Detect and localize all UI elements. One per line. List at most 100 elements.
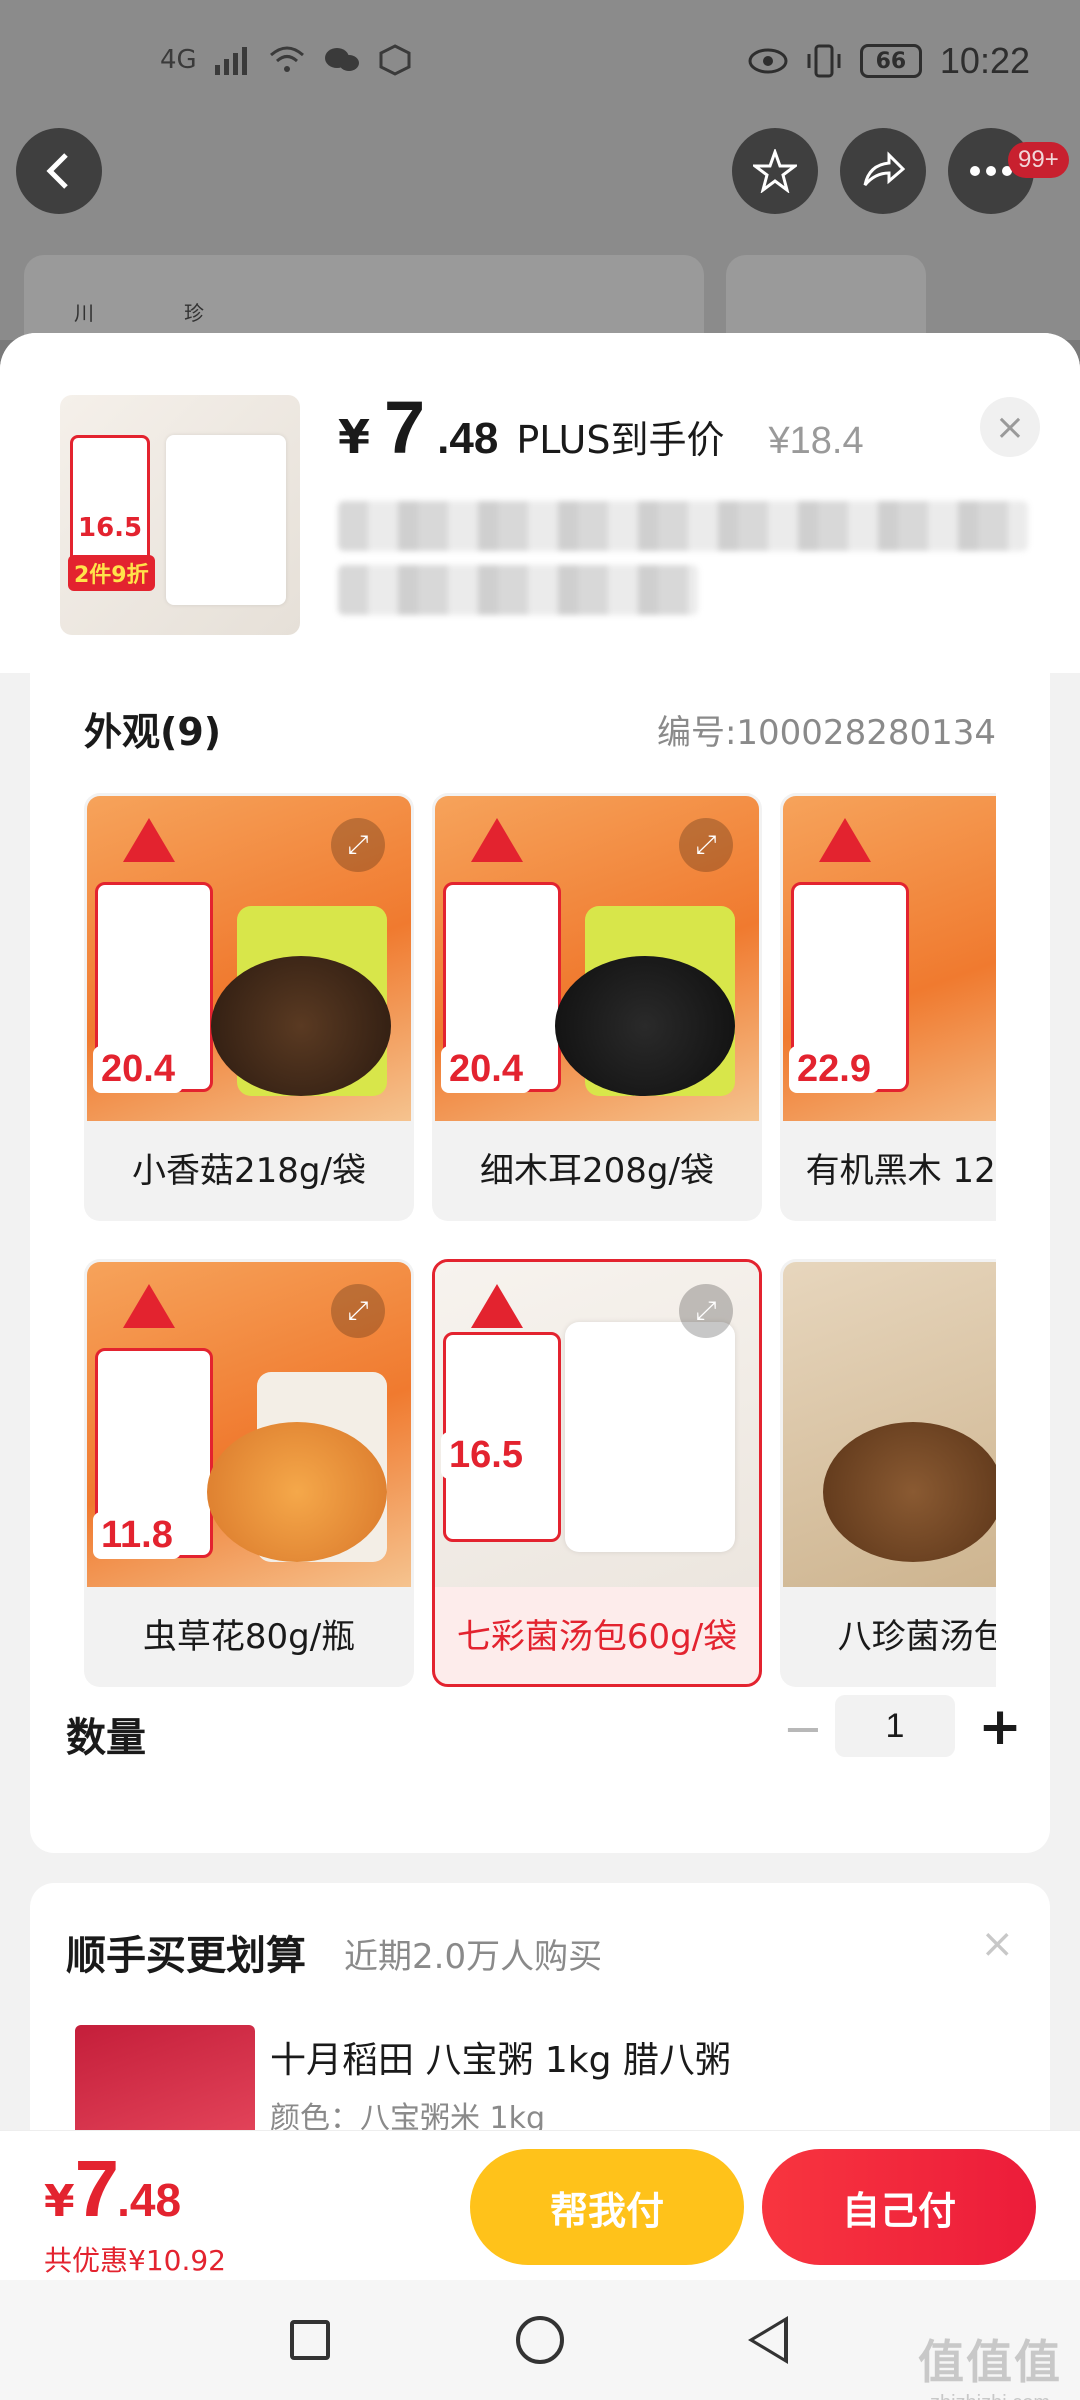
share-icon: [863, 151, 905, 186]
brand-logo-icon: [123, 818, 175, 862]
promo-price: 20.4: [441, 1046, 531, 1093]
sku-option-card[interactable]: 11.8 ⤢ 虫草花80g/瓶: [84, 1259, 414, 1687]
price-currency: ¥: [338, 410, 371, 464]
watermark-url: zhizhizhi.com: [918, 2392, 1062, 2400]
option-image: 16.5 ⤢: [435, 1262, 759, 1587]
appearance-panel: 外观(9) 编号:100028280134 20.4 ⤢ 小香菇218g/袋 2…: [30, 673, 1050, 1853]
watermark: 值值值 zhizhizhi.com: [918, 2326, 1062, 2400]
selected-product-thumbnail[interactable]: 16.5 2件9折: [60, 395, 300, 635]
option-image: [783, 1262, 996, 1587]
promo-price: 11.8: [93, 1512, 181, 1559]
blurred-product-subtitle: [338, 565, 698, 615]
price-row: ¥7.48 PLUS到手价 ¥18.4: [338, 385, 864, 470]
clock: 10:22: [939, 40, 1030, 81]
quantity-decrease-button[interactable]: −: [775, 1701, 831, 1757]
promo-price: 20.4: [93, 1046, 183, 1093]
blurred-product-title: [338, 501, 1028, 551]
shield-icon: [379, 44, 411, 76]
expand-icon[interactable]: ⤢: [679, 818, 733, 872]
option-label: 虫草花80g/瓶: [142, 1617, 356, 1657]
option-label: 小香菇218g/袋: [132, 1151, 366, 1191]
price-integer: 7: [384, 386, 425, 469]
brand-logo-icon: [123, 1284, 175, 1328]
sku-option-card[interactable]: 八珍菌汤包 袋: [780, 1259, 996, 1687]
back-triangle-icon[interactable]: [748, 2316, 788, 2364]
thumb-promo-box: [70, 435, 150, 575]
original-price: ¥18.4: [768, 420, 864, 462]
thumb-promo-tag: 2件9折: [68, 555, 155, 591]
eye-icon: [748, 48, 788, 74]
vibrate-icon: [807, 44, 841, 78]
bottom-action-bar: ¥7.48 共优惠¥10.92 帮我付 自己付: [0, 2130, 1080, 2280]
option-image: 22.9: [783, 796, 996, 1121]
sheet-header: 16.5 2件9折 ¥7.48 PLUS到手价 ¥18.4 ×: [0, 333, 1080, 673]
battery-level: 66: [875, 48, 907, 74]
status-left: 4G: [160, 44, 411, 76]
option-image: 11.8 ⤢: [87, 1262, 411, 1587]
background-brand-right: 珍: [184, 301, 204, 325]
more-dots-icon: [970, 166, 1012, 176]
total-currency: ¥: [44, 2176, 75, 2227]
status-right: 66 10:22: [748, 40, 1030, 82]
expand-icon[interactable]: ⤢: [679, 1284, 733, 1338]
total-discount: 共优惠¥10.92: [44, 2244, 226, 2277]
total-price: ¥7.48: [44, 2143, 181, 2235]
status-bar: 4G 66 10:22: [0, 0, 1080, 135]
appearance-title: 外观(9): [84, 710, 222, 754]
battery-icon: 66: [859, 44, 922, 78]
product-mushroom: [211, 956, 391, 1096]
sku-option-card-selected[interactable]: 16.5 ⤢ 七彩菌汤包60g/袋: [432, 1259, 762, 1687]
close-sheet-button[interactable]: ×: [980, 397, 1040, 457]
upsell-title: 顺手买更划算: [66, 1933, 306, 1979]
upsell-close-button[interactable]: ×: [980, 1921, 1014, 1967]
help-me-pay-button[interactable]: 帮我付: [470, 2149, 744, 2265]
sku-option-card[interactable]: 22.9 有机黑木 120g/瓶: [780, 793, 996, 1221]
option-label: 有机黑木 120g/瓶: [805, 1151, 996, 1191]
back-button[interactable]: [16, 128, 102, 214]
product-mushroom-mix: [823, 1422, 996, 1562]
brand-logo-icon: [471, 818, 523, 862]
product-bag: [565, 1322, 735, 1552]
promo-price: 16.5: [441, 1432, 531, 1479]
product-cordyceps: [207, 1422, 387, 1562]
upsell-product-name[interactable]: 十月稻田 八宝粥 1kg 腊八粥: [270, 2031, 731, 2083]
background-brand-left: 川: [74, 301, 94, 325]
close-icon: ×: [980, 1921, 1014, 1967]
brand-logo-icon: [471, 1284, 523, 1328]
home-icon[interactable]: [516, 2316, 564, 2364]
plus-price-label: PLUS到手价: [516, 418, 725, 462]
option-label: 八珍菌汤包 袋: [837, 1617, 996, 1657]
sku-selector-sheet: 16.5 2件9折 ¥7.48 PLUS到手价 ¥18.4 × 外观(9) 编号…: [0, 333, 1080, 2283]
network-type: 4G: [160, 45, 197, 75]
option-label: 细木耳208g/袋: [480, 1151, 714, 1191]
product-fungus: [555, 956, 735, 1096]
plus-icon: +: [978, 1697, 1022, 1757]
expand-icon[interactable]: ⤢: [331, 1284, 385, 1338]
pay-myself-button[interactable]: 自己付: [762, 2149, 1036, 2265]
price-decimal: .48: [437, 414, 499, 463]
total-price-decimal: .48: [117, 2174, 182, 2226]
quantity-increase-button[interactable]: +: [970, 1697, 1030, 1757]
promo-price: 22.9: [789, 1046, 879, 1093]
recent-apps-icon[interactable]: [290, 2320, 330, 2360]
upsell-subtitle: 近期2.0万人购买: [344, 1937, 603, 1977]
watermark-logo: 值值值: [918, 2335, 1062, 2389]
notification-badge: 99+: [1008, 142, 1069, 178]
option-image: 20.4 ⤢: [435, 796, 759, 1121]
wifi-icon: [269, 46, 304, 72]
thumb-promo-price: 16.5: [78, 513, 143, 543]
expand-icon[interactable]: ⤢: [331, 818, 385, 872]
favorite-button[interactable]: [732, 128, 818, 214]
thumb-product-bag: [166, 435, 286, 605]
quantity-input[interactable]: 1: [835, 1695, 955, 1757]
wechat-icon: [324, 48, 359, 71]
brand-logo-icon: [819, 818, 871, 862]
sku-option-card[interactable]: 20.4 ⤢ 小香菇218g/袋: [84, 793, 414, 1221]
sku-option-card[interactable]: 20.4 ⤢ 细木耳208g/袋: [432, 793, 762, 1221]
close-icon: ×: [994, 406, 1026, 448]
share-button[interactable]: [840, 128, 926, 214]
star-icon: [753, 149, 797, 193]
sku-option-grid: 20.4 ⤢ 小香菇218g/袋 20.4 ⤢ 细木耳208g/袋 22.9 有…: [84, 793, 996, 1733]
minus-icon: −: [782, 1701, 824, 1757]
sku-code: 编号:100028280134: [656, 713, 996, 753]
